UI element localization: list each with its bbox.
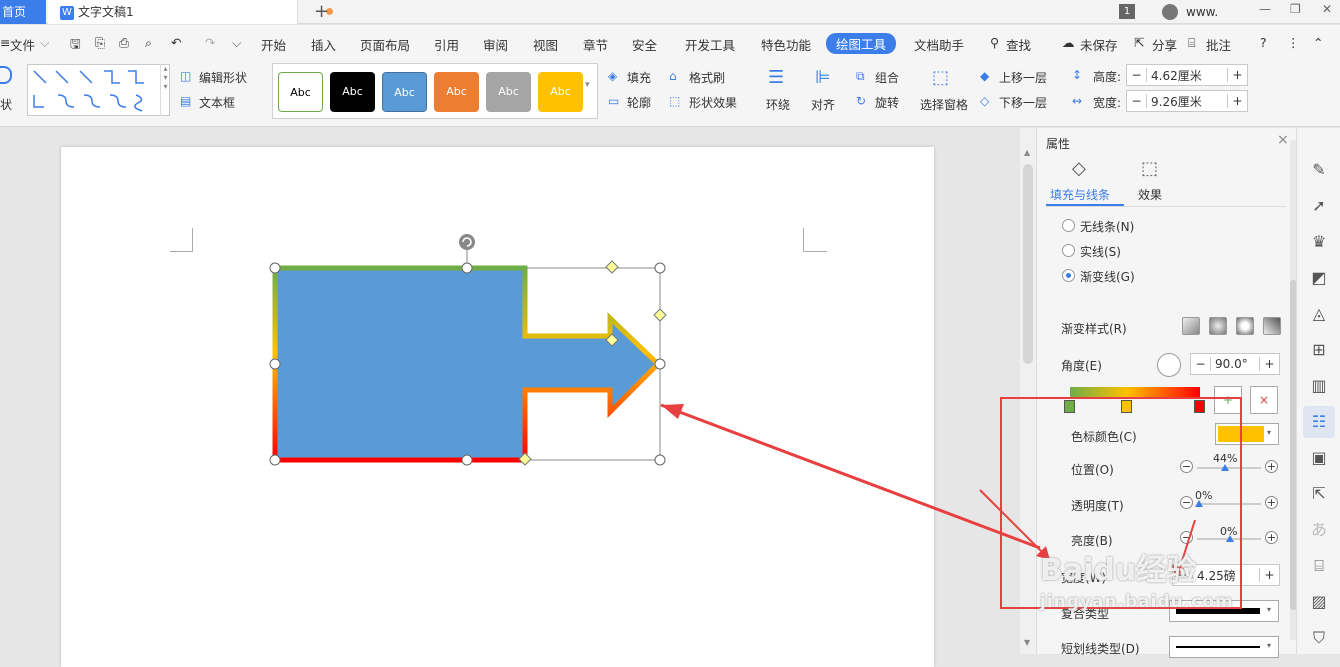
watermark-url: jingyan.baidu.com: [1040, 592, 1234, 612]
annotation-arrowhead-main: [661, 404, 684, 419]
annotation-arrow-main: [660, 403, 1041, 550]
watermark-brand: Baidu经验: [1040, 553, 1197, 588]
